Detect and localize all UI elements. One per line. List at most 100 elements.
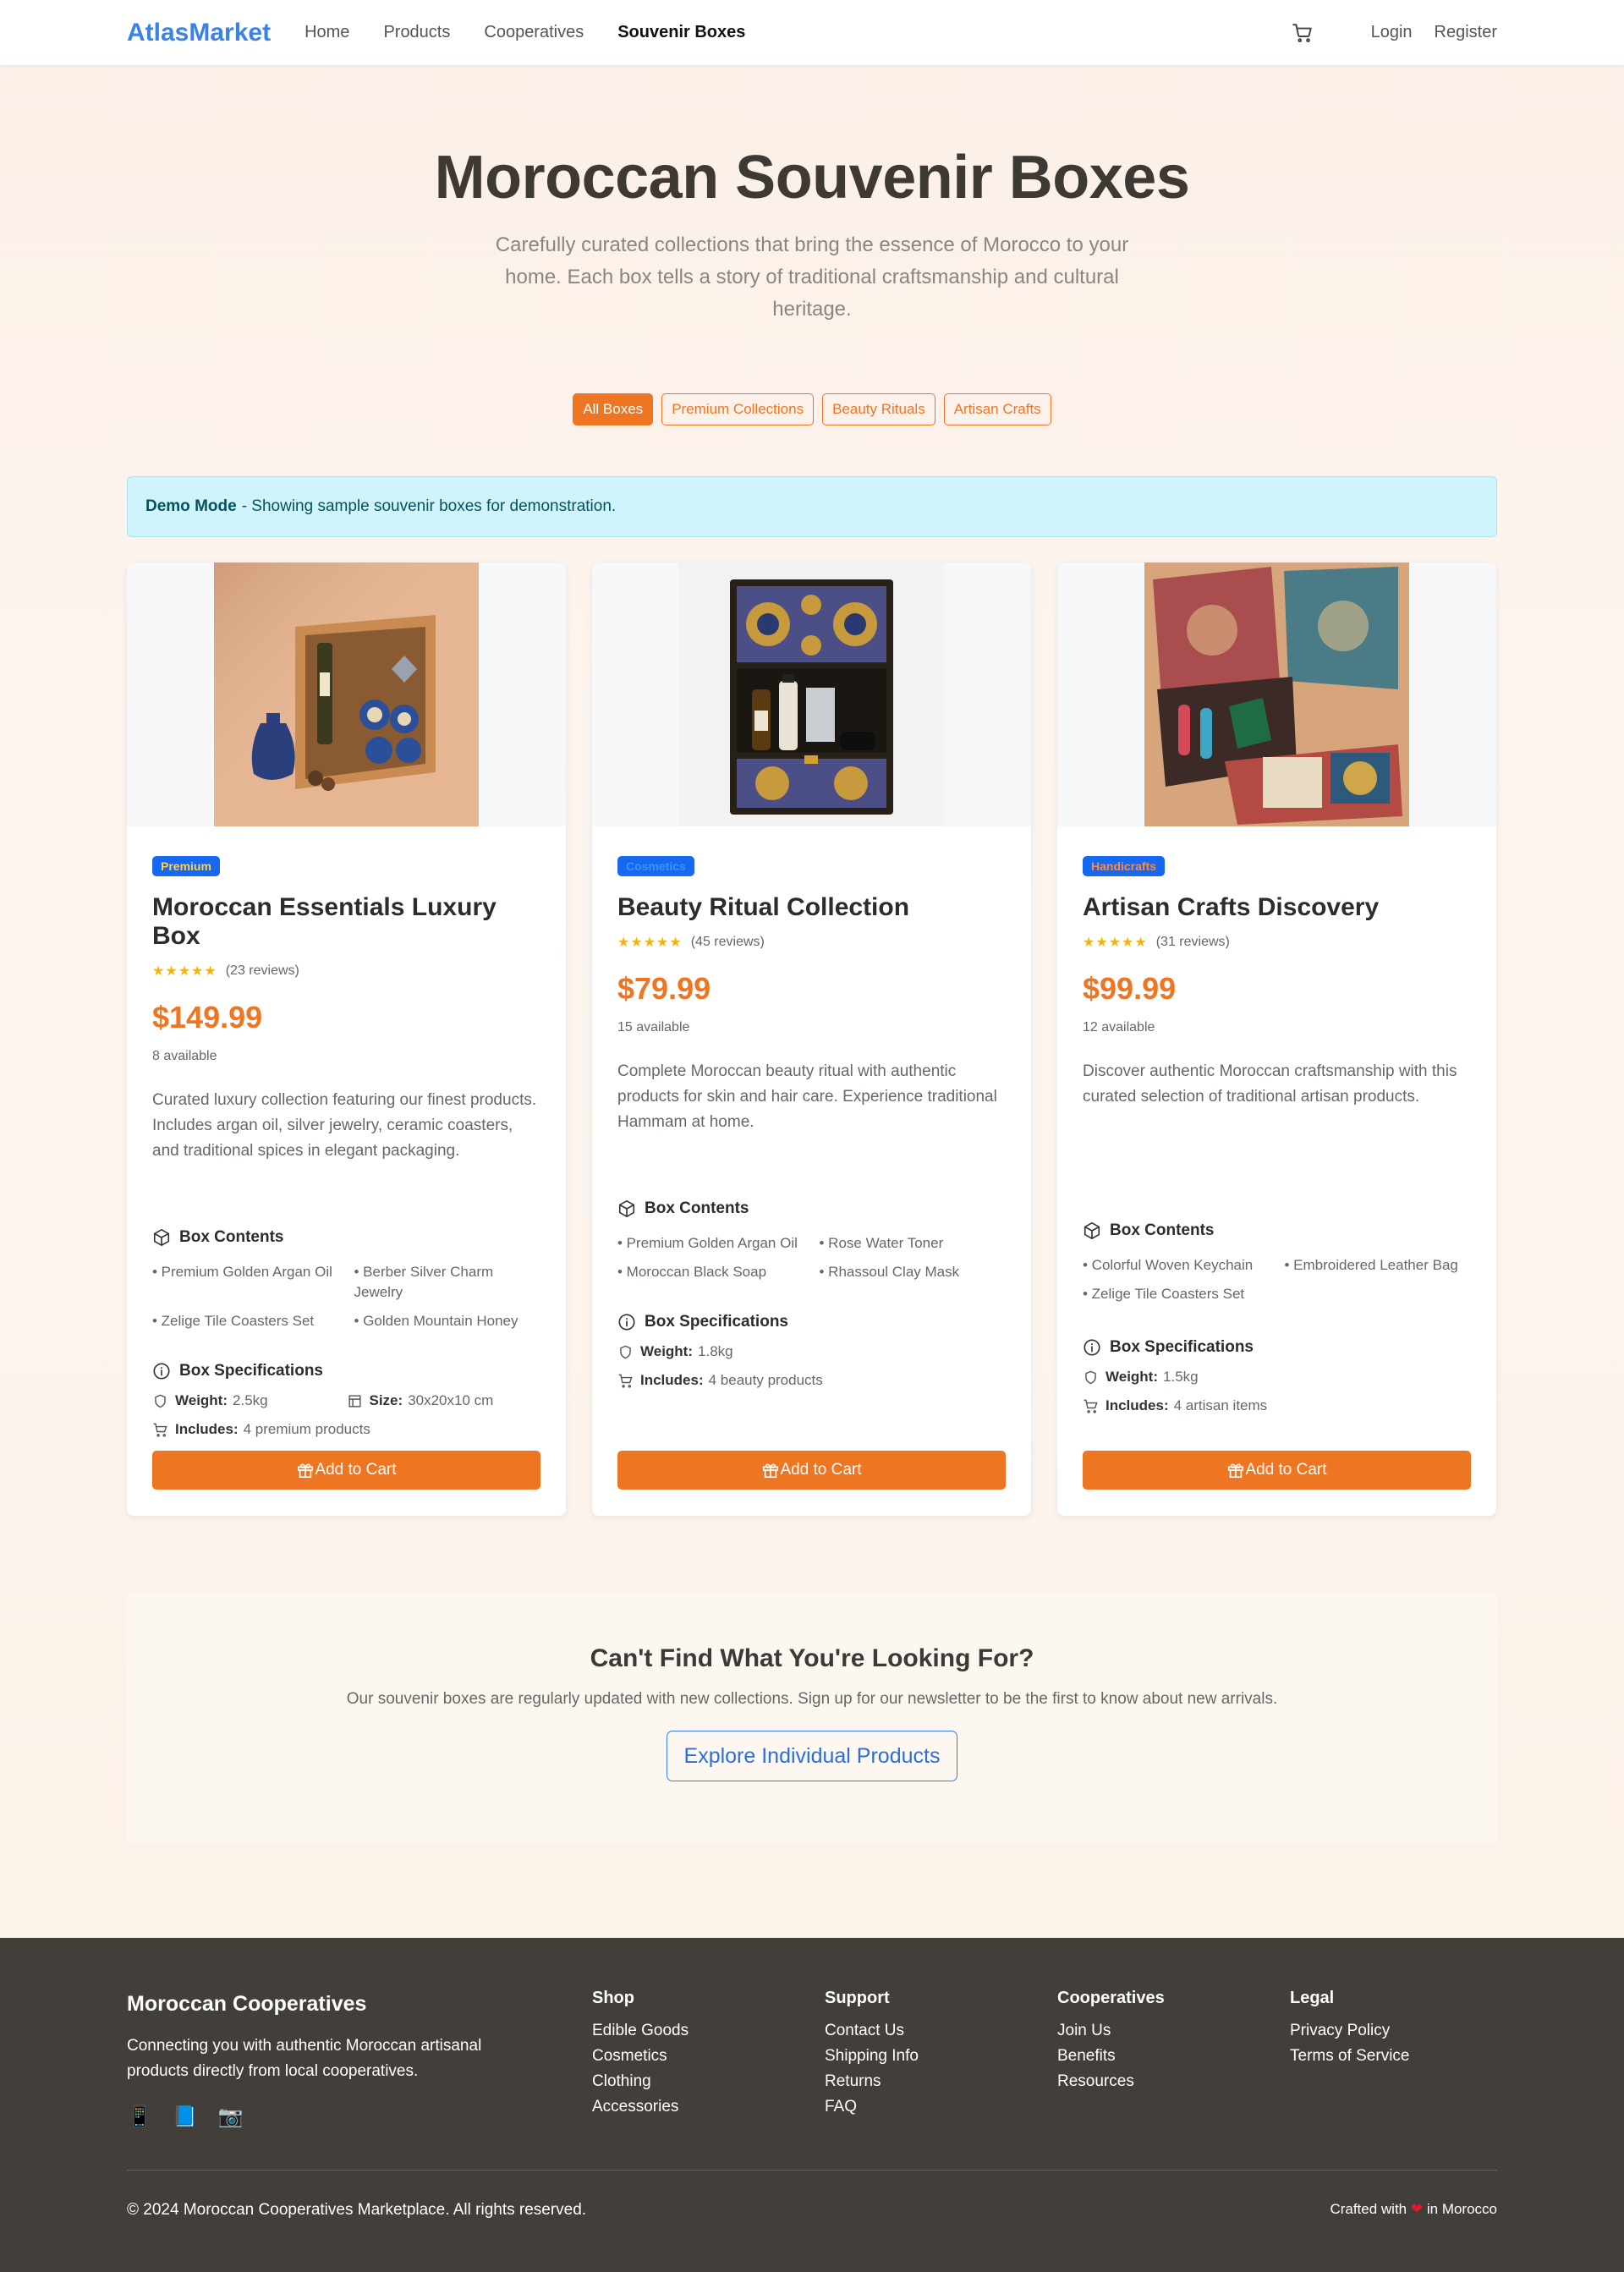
footer-col-title: Legal [1290, 1989, 1335, 2007]
weight-label: Weight: [1106, 1369, 1159, 1385]
product-title[interactable]: Moroccan Essentials Luxury Box [152, 893, 540, 951]
weight-spec: Weight: 1.5kg [1083, 1369, 1290, 1386]
spec-row: Includes: 4 beauty products [617, 1372, 1006, 1389]
phone-icon[interactable]: 📱 [127, 2105, 152, 2129]
nav-home[interactable]: Home [304, 23, 349, 42]
card-body: Premium Moroccan Essentials Luxury Box ★… [127, 826, 566, 1516]
footer-col-shop: Shop Edible Goods Cosmetics Clothing Acc… [592, 1989, 825, 2129]
book-icon[interactable]: 📘 [173, 2105, 198, 2129]
includes-spec: Includes: 4 premium products [152, 1421, 370, 1438]
box-specs-heading: Box Specifications [1083, 1338, 1471, 1357]
add-to-cart-button[interactable]: Add to Cart [617, 1451, 1006, 1490]
footer-link[interactable]: Clothing [592, 2073, 825, 2089]
footer-link[interactable]: Privacy Policy [1290, 2022, 1409, 2039]
add-to-cart-button[interactable]: Add to Cart [152, 1451, 540, 1490]
footer-link[interactable]: Benefits [1057, 2048, 1290, 2064]
login-link[interactable]: Login [1371, 23, 1413, 42]
includes-value: 4 premium products [243, 1421, 370, 1437]
stock-count: 8 available [152, 1049, 217, 1063]
box-contents-label: Box Contents [645, 1199, 749, 1217]
cart-icon[interactable] [1292, 22, 1314, 44]
box-contents-list: • Colorful Woven Keychain • Embroidered … [1083, 1255, 1471, 1304]
footer-link[interactable]: Cosmetics [592, 2048, 825, 2064]
filter-beauty-rituals[interactable]: Beauty Rituals [822, 393, 935, 425]
box-contents-heading: Box Contents [617, 1199, 1006, 1218]
weight-value: 2.5kg [233, 1392, 268, 1408]
review-count: (23 reviews) [225, 963, 299, 978]
nav-souvenir-boxes[interactable]: Souvenir Boxes [617, 23, 745, 42]
rating: ★★★★★ (31 reviews) [1083, 934, 1471, 951]
footer-tagline: Connecting you with authentic Moroccan a… [127, 2037, 482, 2080]
product-title[interactable]: Beauty Ritual Collection [617, 893, 1006, 922]
footer-col-title: Cooperatives [1057, 1989, 1165, 2007]
gift-icon [298, 1463, 314, 1479]
product-image[interactable] [127, 563, 566, 826]
footer-link[interactable]: Accessories [592, 2099, 825, 2115]
list-item: • Colorful Woven Keychain [1083, 1257, 1254, 1273]
package-icon [618, 1200, 635, 1217]
box-specs-heading: Box Specifications [152, 1362, 540, 1380]
footer-link[interactable]: Shipping Info [825, 2048, 1057, 2064]
footer-link[interactable]: Returns [825, 2073, 1057, 2089]
product-title[interactable]: Artisan Crafts Discovery [1083, 893, 1471, 922]
cta-text: Our souvenir boxes are regularly updated… [346, 1690, 1278, 1708]
page-title: Moroccan Souvenir Boxes [434, 144, 1190, 211]
package-icon [1084, 1222, 1100, 1239]
footer-link[interactable]: Join Us [1057, 2022, 1290, 2039]
product-price: $149.99 [152, 1000, 263, 1034]
weight-value: 1.5kg [1163, 1369, 1199, 1385]
product-image[interactable] [592, 563, 1031, 826]
shield-icon [620, 1345, 631, 1358]
shield-icon [155, 1394, 166, 1408]
camera-icon[interactable]: 📷 [218, 2105, 244, 2129]
add-to-cart-label: Add to Cart [1245, 1461, 1327, 1479]
spec-row: Weight: 2.5kg Size: 30x20x10 cm [152, 1392, 540, 1409]
list-item: • Rose Water Toner [819, 1235, 944, 1251]
size-value: 30x20x10 cm [408, 1392, 494, 1408]
cta-title: Can't Find What You're Looking For? [590, 1644, 1034, 1672]
spec-row: Weight: 1.8kg [617, 1343, 1006, 1360]
list-item: • Rhassoul Clay Mask [819, 1264, 960, 1280]
footer-link[interactable]: Terms of Service [1290, 2048, 1409, 2064]
nav-products[interactable]: Products [383, 23, 450, 42]
product-card: Handicrafts Artisan Crafts Discovery ★★★… [1057, 563, 1496, 1516]
box-contents-label: Box Contents [1110, 1221, 1215, 1239]
footer-link[interactable]: Resources [1057, 2073, 1290, 2089]
heart-icon: ❤ [1410, 2201, 1424, 2217]
review-count: (31 reviews) [1155, 935, 1230, 949]
filter-artisan-crafts[interactable]: Artisan Crafts [943, 393, 1051, 425]
product-price: $79.99 [617, 971, 711, 1006]
size-label: Size: [369, 1392, 403, 1408]
footer-col-support: Support Contact Us Shipping Info Returns… [825, 1989, 1057, 2129]
star-rating-icon: ★★★★★ [152, 964, 217, 979]
product-image[interactable] [1057, 563, 1496, 826]
footer-link[interactable]: FAQ [825, 2099, 1057, 2115]
card-body: Cosmetics Beauty Ritual Collection ★★★★★… [592, 826, 1031, 1516]
product-card: Premium Moroccan Essentials Luxury Box ★… [127, 563, 566, 1516]
brand-logo[interactable]: AtlasMarket [127, 19, 271, 47]
gift-icon [1228, 1463, 1244, 1479]
box-contents-list: • Premium Golden Argan Oil • Rose Water … [617, 1233, 1006, 1282]
cart-icon [153, 1423, 167, 1437]
footer-brand-title: Moroccan Cooperatives [127, 1992, 367, 2016]
explore-products-button[interactable]: Explore Individual Products [666, 1731, 958, 1781]
cta-section: Can't Find What You're Looking For? Our … [127, 1592, 1497, 1843]
footer: Moroccan Cooperatives Connecting you wit… [0, 1938, 1624, 2272]
weight-spec: Weight: 2.5kg [152, 1392, 347, 1409]
filter-premium-collections[interactable]: Premium Collections [661, 393, 815, 425]
add-to-cart-button[interactable]: Add to Cart [1083, 1451, 1471, 1490]
footer-col-legal: Legal Privacy Policy Terms of Service [1290, 1989, 1409, 2129]
box-specs-label: Box Specifications [179, 1362, 323, 1380]
filter-all-boxes[interactable]: All Boxes [573, 393, 654, 425]
register-link[interactable]: Register [1435, 23, 1497, 42]
footer-col-cooperatives: Cooperatives Join Us Benefits Resources [1057, 1989, 1290, 2129]
product-description: Discover authentic Moroccan craftsmanshi… [1083, 1062, 1457, 1106]
footer-link[interactable]: Contact Us [825, 2022, 1057, 2039]
list-item: • Zelige Tile Coasters Set [152, 1313, 315, 1329]
rating: ★★★★★ (45 reviews) [617, 934, 1006, 951]
nav-cooperatives[interactable]: Cooperatives [484, 23, 584, 42]
dimensions-icon [348, 1394, 361, 1408]
navbar: AtlasMarket Home Products Cooperatives S… [0, 0, 1624, 65]
info-icon [153, 1363, 170, 1380]
footer-link[interactable]: Edible Goods [592, 2022, 825, 2039]
